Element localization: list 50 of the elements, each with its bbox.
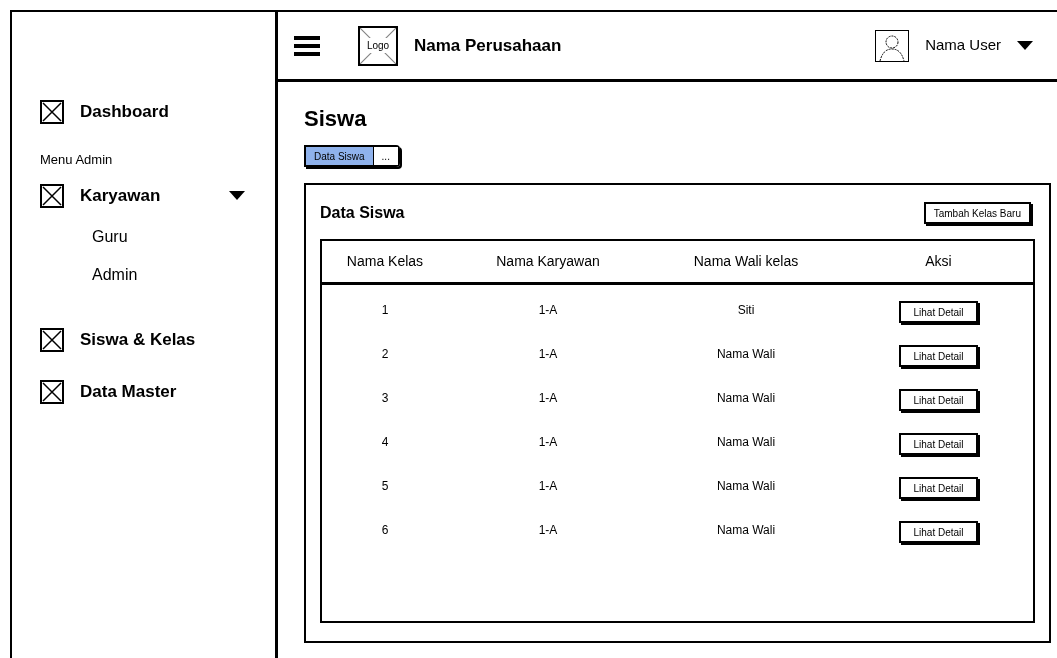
breadcrumb-item[interactable]: Data Siswa — [306, 147, 374, 165]
sidebar-item[interactable]: Siswa & Kelas — [80, 326, 196, 353]
sidebar-subitem[interactable]: Guru — [92, 221, 128, 252]
table-cell-text: 1-A — [538, 390, 558, 407]
sidebar-item[interactable]: Karyawan — [80, 182, 161, 209]
caret-icon[interactable] — [229, 190, 245, 201]
menu-icon[interactable] — [294, 34, 320, 57]
sidebar-subitem[interactable]: Admin — [92, 259, 138, 290]
table-cell-text: 1-A — [538, 522, 558, 539]
detail-button[interactable]: Lihat Detail — [899, 301, 978, 323]
table-cell-text: Nama Wali — [716, 346, 776, 363]
image-placeholder-icon — [40, 100, 64, 124]
user-name[interactable]: Nama User — [925, 34, 1001, 57]
table-cell-text: Nama Wali — [716, 390, 776, 407]
table-cell-text: 3 — [381, 390, 389, 407]
add-class-button[interactable]: Tambah Kelas Baru — [923, 202, 1031, 224]
sidebar-item[interactable]: Dashboard — [80, 99, 169, 125]
image-placeholder-icon — [40, 327, 64, 352]
company-name: Nama Perusahaan — [414, 34, 562, 57]
column-header: Nama Karyawan — [496, 252, 600, 271]
detail-button[interactable]: Lihat Detail — [899, 477, 978, 499]
logo: Logo — [358, 25, 398, 66]
table-cell-text: 1-A — [538, 478, 558, 495]
image-placeholder-icon — [40, 379, 64, 404]
table-cell-text: 2 — [381, 346, 389, 363]
column-header: Nama Wali kelas — [693, 252, 799, 271]
table-cell-text: Siti — [737, 302, 755, 319]
column-header: Aksi — [925, 252, 952, 271]
detail-button[interactable]: Lihat Detail — [899, 521, 978, 543]
table-cell-text: 1-A — [538, 346, 558, 363]
detail-button[interactable]: Lihat Detail — [899, 433, 978, 455]
detail-button[interactable]: Lihat Detail — [899, 389, 978, 411]
table-cell-text: 1-A — [538, 302, 558, 319]
table-cell-text: 6 — [381, 522, 389, 539]
table-cell-text: 1 — [381, 302, 389, 319]
user-avatar-icon — [875, 29, 910, 62]
table-cell-text: 1-A — [538, 434, 558, 451]
card-title: Data Siswa — [320, 203, 405, 223]
page-title: Siswa — [304, 105, 368, 133]
detail-button[interactable]: Lihat Detail — [899, 345, 978, 367]
table-cell-text: Nama Wali — [716, 478, 776, 495]
sidebar-heading: Menu Admin — [40, 151, 114, 169]
table-cell-text: 4 — [381, 434, 389, 451]
table-cell-text: Nama Wali — [716, 434, 776, 451]
caret-icon[interactable] — [1017, 40, 1033, 51]
image-placeholder-icon — [40, 183, 64, 208]
table-cell-text: 5 — [381, 478, 389, 495]
column-header: Nama Kelas — [346, 252, 424, 271]
sidebar-item[interactable]: Data Master — [80, 378, 177, 405]
table-cell-text: Nama Wali — [716, 522, 776, 539]
